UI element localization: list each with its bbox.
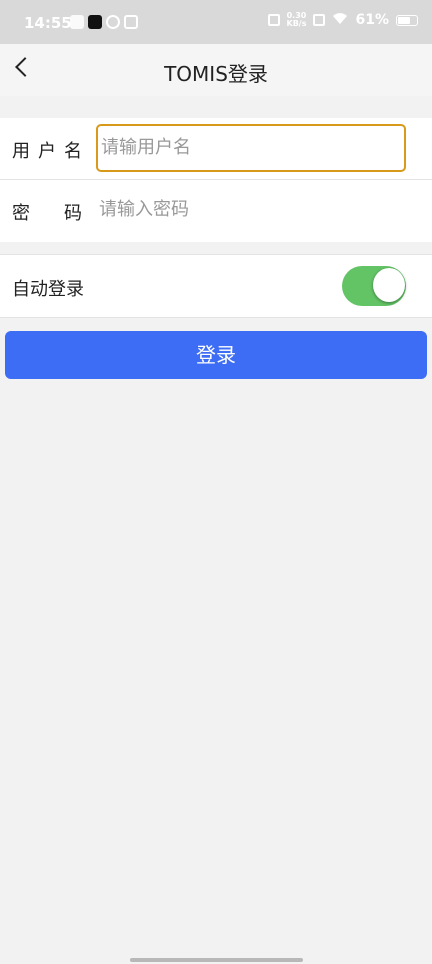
auto-login-row: 自动登录 (0, 254, 432, 318)
login-form: 用 户 名 请输用户名 密 码 请输入密码 (0, 118, 432, 242)
sim-icon (313, 14, 326, 26)
tiktok-icon (88, 15, 102, 29)
home-indicator[interactable] (130, 958, 303, 962)
auto-login-toggle[interactable] (342, 266, 406, 306)
app-notification-icon (70, 15, 84, 29)
username-label-char: 户 (38, 141, 56, 162)
password-row: 密 码 请输入密码 (0, 180, 432, 241)
auto-login-label: 自动登录 (12, 279, 84, 300)
status-bar: 14:55 0.30 KB/s 61% (0, 0, 432, 44)
battery-percentage: 61% (355, 12, 389, 28)
username-label-char: 名 (64, 141, 82, 162)
password-input[interactable]: 请输入密码 (96, 186, 406, 234)
vibrate-icon (267, 14, 280, 26)
nav-header: TOMIS登录 (0, 44, 432, 96)
network-speed: 0.30 KB/s (287, 12, 307, 28)
calendar-notification-icon (124, 15, 138, 29)
link-notification-icon (106, 15, 120, 29)
username-label-char: 用 (12, 141, 30, 162)
wifi-icon (332, 12, 348, 28)
username-label: 用 户 名 (12, 137, 82, 163)
toggle-knob (373, 268, 405, 302)
page-title: TOMIS登录 (164, 62, 268, 86)
password-label: 密 码 (12, 199, 82, 225)
username-input[interactable]: 请输用户名 (96, 124, 406, 172)
status-time: 14:55 (24, 14, 72, 32)
battery-icon (396, 14, 418, 26)
password-label-char: 码 (64, 203, 82, 224)
login-button[interactable]: 登录 (5, 331, 427, 379)
password-label-char: 密 (12, 203, 30, 224)
username-row: 用 户 名 请输用户名 (0, 118, 432, 180)
net-speed-unit: KB/s (286, 19, 307, 28)
